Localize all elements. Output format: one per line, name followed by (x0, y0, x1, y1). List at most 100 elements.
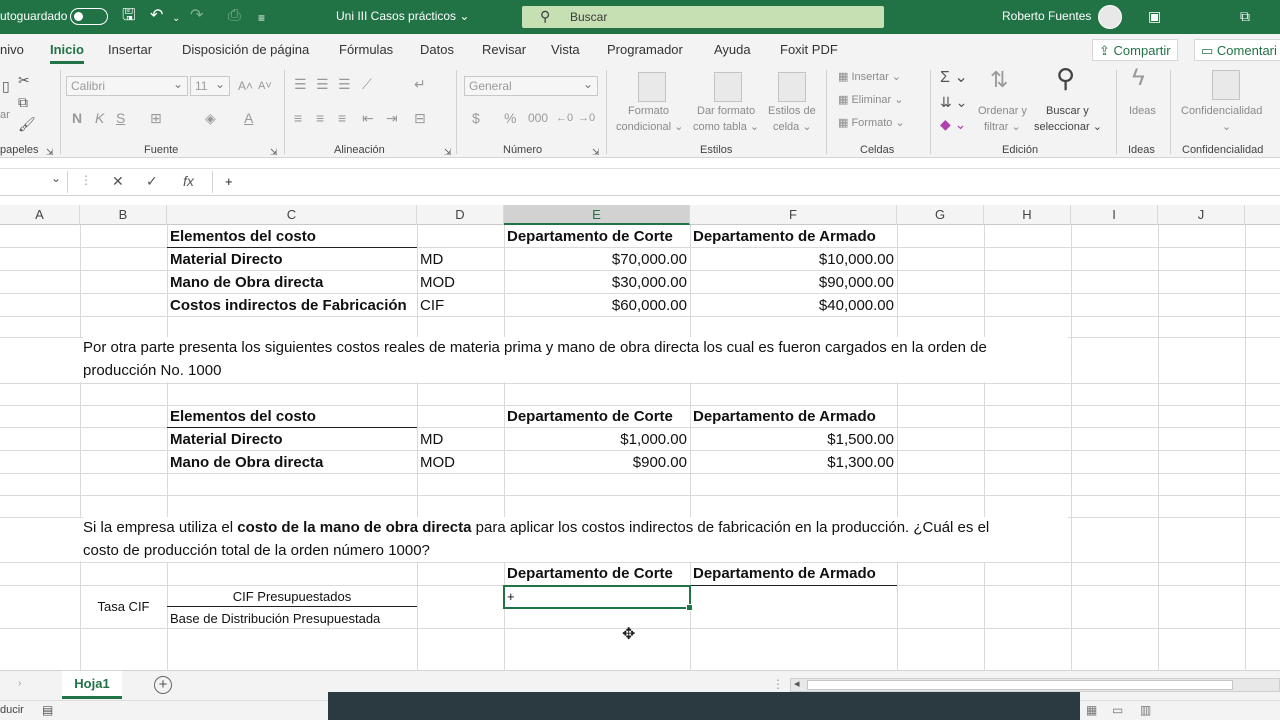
align-top-icon[interactable]: ☰ (294, 76, 307, 92)
comma-style-icon[interactable]: 000 (528, 110, 548, 126)
autosave-toggle[interactable] (70, 8, 108, 25)
decrease-decimal-icon[interactable]: →0 (578, 110, 595, 126)
column-header-d[interactable]: D (417, 205, 504, 225)
save-icon[interactable]: 🖫 (122, 7, 136, 25)
column-header-c[interactable]: C (167, 205, 417, 225)
number-format-combo[interactable]: General (464, 76, 598, 96)
column-header-a[interactable]: A (0, 205, 80, 225)
share-button[interactable]: ⇪ Compartir (1092, 39, 1178, 61)
tab-review[interactable]: Revisar (482, 42, 526, 57)
insert-cells-button[interactable]: ▦ Insertar ⌄ (838, 70, 901, 85)
table3-header-corte[interactable]: Departamento de Corte (507, 562, 673, 585)
increase-font-icon[interactable]: A˄ (238, 78, 253, 94)
tab-insert[interactable]: Insertar (108, 42, 152, 57)
table2-row-corte[interactable]: $1,000.00 (504, 428, 687, 451)
ribbon-display-icon[interactable]: ▣ (1148, 7, 1161, 25)
cut-icon[interactable]: ✂ (18, 72, 30, 88)
table1-row-label[interactable]: Mano de Obra directa (170, 271, 323, 294)
sort-filter-icon[interactable]: ⇅ (990, 69, 1008, 91)
worksheet-grid[interactable]: Elementos del costo Departamento de Cort… (0, 225, 1280, 670)
table2-row-corte[interactable]: $900.00 (504, 451, 687, 474)
bold-button[interactable]: N (72, 110, 82, 126)
table1-row-code[interactable]: CIF (420, 294, 444, 317)
copy-icon[interactable]: ⧉ (18, 94, 28, 110)
column-header-b[interactable]: B (80, 205, 167, 225)
touch-mode-icon[interactable]: ⎙ (228, 7, 241, 25)
customize-toolbar-icon[interactable]: ≡ (258, 9, 265, 27)
distribution-base-denominator[interactable]: Base de Distribución Presupuestada (170, 607, 380, 630)
tasa-cif-label[interactable]: Tasa CIF (80, 595, 167, 618)
table3-header-armado[interactable]: Departamento de Armado (693, 562, 876, 585)
macro-record-icon[interactable]: ▤ (42, 703, 53, 717)
font-name-combo[interactable]: Calibri (66, 76, 188, 96)
align-middle-icon[interactable]: ☰ (316, 76, 329, 92)
table1-row-code[interactable]: MD (420, 248, 443, 271)
font-dialog-launcher-icon[interactable]: ⇲ (270, 144, 278, 160)
conditional-format-icon[interactable] (638, 72, 666, 102)
insert-function-icon[interactable]: fx (183, 173, 194, 189)
table2-header-armado[interactable]: Departamento de Armado (693, 405, 876, 428)
confidentiality-dropdown-icon[interactable]: ⌄ (1222, 120, 1231, 135)
split-handle-icon[interactable]: ⋮ (772, 677, 784, 691)
table2-row-armado[interactable]: $1,300.00 (690, 451, 894, 474)
table1-header-elements[interactable]: Elementos del costo (170, 225, 316, 248)
table2-header-corte[interactable]: Departamento de Corte (507, 405, 673, 428)
column-header-h[interactable]: H (984, 205, 1071, 225)
comments-button[interactable]: ▭ Comentari (1194, 39, 1280, 61)
align-left-icon[interactable]: ≡ (294, 110, 302, 126)
tab-developer[interactable]: Programador (607, 42, 683, 57)
tab-page-layout[interactable]: Disposición de página (182, 42, 309, 57)
align-right-icon[interactable]: ≡ (338, 110, 346, 126)
paste-icon[interactable]: ▯ (2, 78, 10, 94)
scroll-sheets-icon[interactable]: › (18, 678, 21, 689)
currency-icon[interactable]: $ (472, 110, 480, 126)
column-header-f[interactable]: F (690, 205, 897, 225)
table1-row-code[interactable]: MOD (420, 271, 455, 294)
format-painter-icon[interactable]: 🖌 (18, 116, 36, 132)
name-box[interactable] (0, 171, 68, 193)
fill-color-icon[interactable]: ◈ (205, 110, 216, 126)
table2-row-label[interactable]: Mano de Obra directa (170, 451, 323, 474)
table1-header-armado[interactable]: Departamento de Armado (693, 225, 876, 248)
tab-view[interactable]: Vista (551, 42, 580, 57)
page-break-view-icon[interactable]: ▥ (1140, 703, 1151, 717)
clear-icon[interactable]: ◆ ⌄ (940, 116, 966, 132)
table2-header-elements[interactable]: Elementos del costo (170, 405, 316, 428)
percent-icon[interactable]: % (504, 110, 516, 126)
sheet-tab-hoja1[interactable]: Hoja1 (62, 671, 122, 699)
number-dialog-launcher-icon[interactable]: ⇲ (592, 144, 600, 160)
undo-dropdown-icon[interactable]: ⌄ (172, 10, 180, 28)
file-name[interactable]: Uni III Casos prácticos ⌄ (336, 9, 469, 23)
table1-row-label[interactable]: Costos indirectos de Fabricación (170, 294, 407, 317)
active-cell-e[interactable]: + (503, 585, 693, 611)
table1-row-label[interactable]: Material Directo (170, 248, 283, 271)
scrollbar-thumb[interactable] (807, 680, 1233, 690)
font-color-icon[interactable]: A (244, 110, 253, 126)
decrease-font-icon[interactable]: A˅ (258, 78, 272, 94)
font-size-combo[interactable]: 11 (190, 76, 230, 96)
search-box[interactable]: ⚲ Buscar (522, 6, 884, 28)
cif-budgeted-numerator[interactable]: CIF Presupuestados (167, 585, 417, 608)
table2-row-code[interactable]: MOD (420, 451, 455, 474)
autosum-icon[interactable]: Σ ⌄ (940, 70, 968, 86)
increase-indent-icon[interactable]: ⇥ (386, 110, 398, 126)
horizontal-scrollbar[interactable]: ◂ (790, 678, 1280, 692)
align-center-icon[interactable]: ≡ (316, 110, 324, 126)
decrease-indent-icon[interactable]: ⇤ (362, 110, 374, 126)
restore-window-icon[interactable]: ⧉ (1240, 7, 1250, 25)
merge-center-icon[interactable]: ⊟ (414, 110, 426, 126)
cancel-entry-icon[interactable]: ✕ (112, 173, 124, 190)
italic-button[interactable]: K (95, 110, 104, 126)
fill-icon[interactable]: ⇊ ⌄ (940, 94, 967, 110)
tab-data[interactable]: Datos (420, 42, 454, 57)
format-cells-button[interactable]: ▦ Formato ⌄ (838, 116, 905, 131)
table1-row-armado[interactable]: $10,000.00 (690, 248, 894, 271)
confirm-entry-icon[interactable]: ✓ (146, 173, 158, 190)
table1-row-corte[interactable]: $30,000.00 (504, 271, 687, 294)
add-sheet-icon[interactable]: + (154, 676, 172, 694)
confidentiality-icon[interactable] (1212, 70, 1240, 100)
table2-row-armado[interactable]: $1,500.00 (690, 428, 894, 451)
page-layout-view-icon[interactable]: ▭ (1112, 703, 1123, 717)
delete-cells-button[interactable]: ▦ Eliminar ⌄ (838, 93, 903, 108)
align-bottom-icon[interactable]: ☰ (338, 76, 351, 92)
